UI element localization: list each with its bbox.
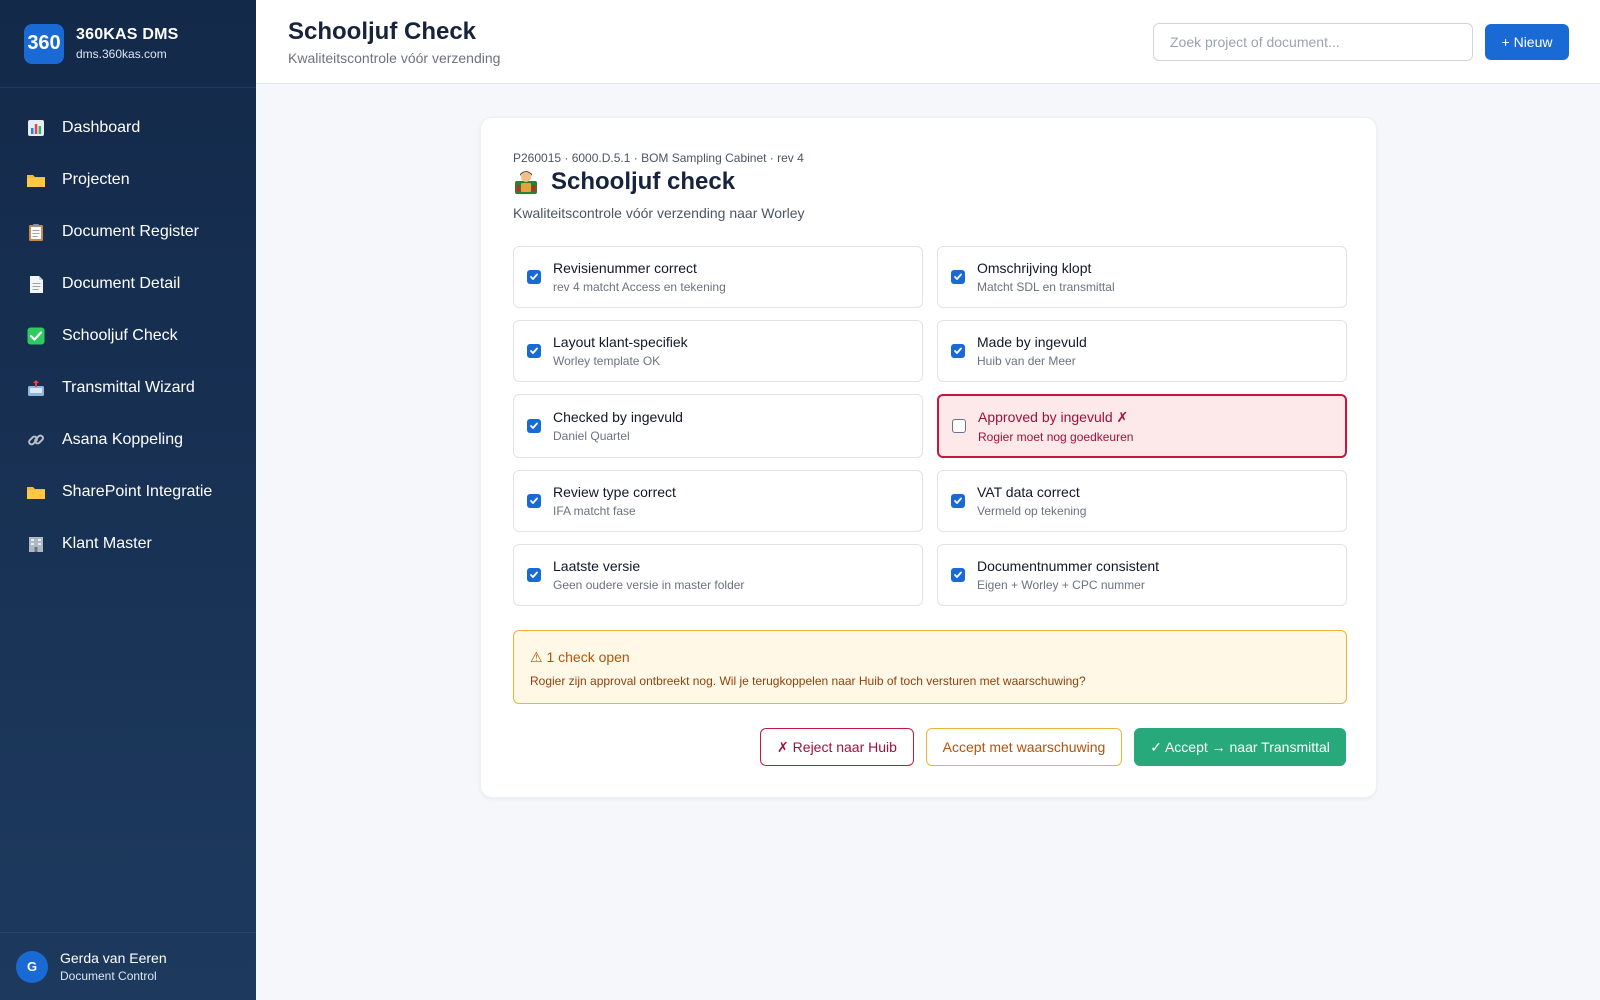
sidebar-item-label: SharePoint Integratie <box>62 483 213 500</box>
check-label: Documentnummer consistent <box>977 558 1160 574</box>
check-hint: Geen oudere versie in master folder <box>553 578 745 592</box>
check-hint: Eigen + Worley + CPC nummer <box>977 578 1145 592</box>
sidebar-item-label: Transmittal Wizard <box>62 379 195 396</box>
sidebar-item-schooljuf-check[interactable]: Schooljuf Check <box>0 310 256 362</box>
clipboard-icon <box>26 222 46 242</box>
document-meta: P260015 · 6000.D.5.1 · BOM Sampling Cabi… <box>513 151 804 165</box>
sidebar-item-asana-koppeling[interactable]: Asana Koppeling <box>0 414 256 466</box>
user-role: Document Control <box>60 969 157 983</box>
outbox-icon <box>26 378 46 398</box>
brand-logo: 360 <box>24 23 64 64</box>
check-label: Made by ingevuld <box>977 334 1087 350</box>
check-hint: Huib van der Meer <box>977 354 1076 368</box>
brand[interactable]: 360 360KAS DMS dms.360kas.com <box>0 0 256 88</box>
checkbox-checked[interactable] <box>527 344 541 358</box>
check-hint: Daniel Quartel <box>553 429 630 443</box>
card-title: Schooljuf check <box>551 168 736 195</box>
search-input[interactable] <box>1153 23 1473 61</box>
new-button[interactable]: + Nieuw <box>1485 24 1569 60</box>
check-item[interactable]: Review type correct IFA matcht fase <box>513 470 923 532</box>
check-label: Omschrijving klopt <box>977 260 1092 276</box>
check-item[interactable]: Layout klant-specifiek Worley template OK <box>513 320 923 382</box>
sidebar-item-label: Document Detail <box>62 275 181 292</box>
top-header: Schooljuf Check Kwaliteitscontrole vóór … <box>256 0 1600 84</box>
check-label: Review type correct <box>553 484 676 500</box>
folder-icon <box>26 170 46 190</box>
checkbox-checked[interactable] <box>527 419 541 433</box>
accept-with-warning-button[interactable]: Accept met waarschuwing <box>926 728 1122 766</box>
sidebar-item-projecten[interactable]: Projecten <box>0 154 256 206</box>
checkbox-checked[interactable] <box>951 568 965 582</box>
sidebar-item-document-detail[interactable]: Document Detail <box>0 258 256 310</box>
check-label: VAT data correct <box>977 484 1080 500</box>
sidebar-item-label: Asana Koppeling <box>62 431 183 448</box>
check-item[interactable]: Documentnummer consistent Eigen + Worley … <box>937 544 1347 606</box>
check-hint: Vermeld op tekening <box>977 504 1087 518</box>
sidebar: 360 360KAS DMS dms.360kas.com Dashboard … <box>0 0 256 1000</box>
check-item[interactable]: Omschrijving klopt Matcht SDL en transmit… <box>937 246 1347 308</box>
checkbox-unchecked[interactable] <box>952 419 966 433</box>
checkbox-checked[interactable] <box>527 494 541 508</box>
user-profile[interactable]: G Gerda van Eeren Document Control <box>0 932 256 1000</box>
document-icon <box>26 274 46 294</box>
reject-button[interactable]: ✗ Reject naar Huib <box>760 728 914 766</box>
teacher-icon <box>513 169 539 195</box>
schooljuf-check-card: P260015 · 6000.D.5.1 · BOM Sampling Cabi… <box>480 117 1377 798</box>
checkbox-checked[interactable] <box>951 270 965 284</box>
accept-to-transmittal-button[interactable]: ✓ Accept → naar Transmittal <box>1134 728 1346 766</box>
check-hint: rev 4 matcht Access en tekening <box>553 280 726 294</box>
checkbox-checked[interactable] <box>527 270 541 284</box>
check-box-icon <box>26 326 46 346</box>
user-name: Gerda van Eeren <box>60 950 167 966</box>
sidebar-nav: Dashboard Projecten Document Register Do… <box>0 88 256 570</box>
sidebar-item-label: Dashboard <box>62 119 141 136</box>
check-item[interactable]: VAT data correct Vermeld op tekening <box>937 470 1347 532</box>
check-label: Revisienummer correct <box>553 260 697 276</box>
check-item[interactable]: Revisienummer correct rev 4 matcht Access… <box>513 246 923 308</box>
check-item-failed[interactable]: Approved by ingevuld ✗ Rogier moet nog go… <box>937 394 1347 458</box>
check-hint: Rogier moet nog goedkeuren <box>978 429 1134 444</box>
check-label: Checked by ingevuld <box>553 409 683 425</box>
folder-icon <box>26 482 46 502</box>
checkbox-checked[interactable] <box>951 494 965 508</box>
card-subtitle: Kwaliteitscontrole vóór verzending naar … <box>513 205 805 221</box>
sidebar-item-document-register[interactable]: Document Register <box>0 206 256 258</box>
page-subtitle: Kwaliteitscontrole vóór verzending <box>288 50 501 66</box>
avatar: G <box>16 950 48 983</box>
office-building-icon <box>26 534 46 554</box>
brand-subtitle: dms.360kas.com <box>76 47 167 61</box>
warning-text: Rogier zijn approval ontbreekt nog. Wil … <box>530 674 1086 688</box>
check-hint: Matcht SDL en transmittal <box>977 280 1115 294</box>
sidebar-item-sharepoint-integratie[interactable]: SharePoint Integratie <box>0 466 256 518</box>
sidebar-item-label: Klant Master <box>62 535 152 552</box>
sidebar-item-transmittal-wizard[interactable]: Transmittal Wizard <box>0 362 256 414</box>
check-hint: IFA matcht fase <box>553 504 636 518</box>
check-item[interactable]: Made by ingevuld Huib van der Meer <box>937 320 1347 382</box>
sidebar-item-label: Document Register <box>62 223 199 240</box>
check-hint: Worley template OK <box>553 354 661 368</box>
sidebar-item-klant-master[interactable]: Klant Master <box>0 518 256 570</box>
check-item[interactable]: Laatste versie Geen oudere versie in mast… <box>513 544 923 606</box>
page-title: Schooljuf Check <box>288 18 477 45</box>
warning-banner: ⚠ 1 check open Rogier zijn approval ontb… <box>513 630 1347 704</box>
link-icon <box>26 430 46 450</box>
checkbox-checked[interactable] <box>527 568 541 582</box>
sidebar-item-label: Projecten <box>62 171 130 188</box>
check-label: Approved by ingevuld ✗ <box>978 408 1129 425</box>
checkbox-checked[interactable] <box>951 344 965 358</box>
check-item[interactable]: Checked by ingevuld Daniel Quartel <box>513 394 923 458</box>
card-heading: Schooljuf check <box>513 168 735 196</box>
bar-chart-icon <box>26 118 46 138</box>
sidebar-item-label: Schooljuf Check <box>62 327 178 344</box>
check-label: Laatste versie <box>553 558 641 574</box>
warning-title: ⚠ 1 check open <box>530 649 630 665</box>
check-label: Layout klant-specifiek <box>553 334 688 350</box>
brand-title: 360KAS DMS <box>76 26 179 43</box>
sidebar-item-dashboard[interactable]: Dashboard <box>0 102 256 154</box>
